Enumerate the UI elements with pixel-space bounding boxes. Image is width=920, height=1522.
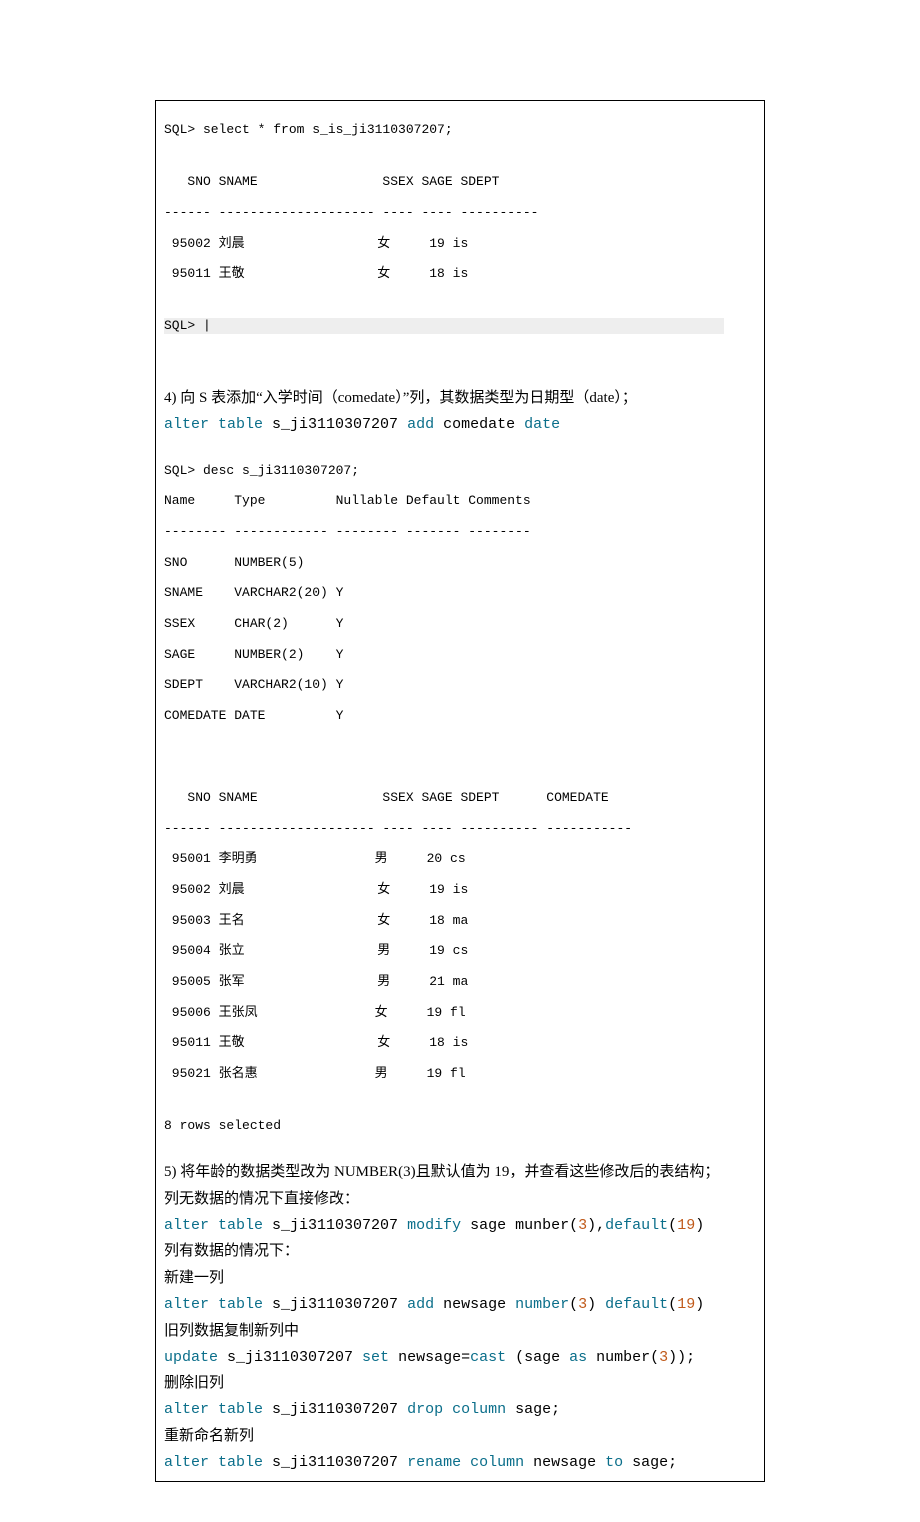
q5-note-4: 旧列数据复制新列中 — [164, 1318, 756, 1345]
table-divider: -------- ------------ -------- ------- -… — [164, 524, 756, 539]
table-row: SSEX CHAR(2) Y — [164, 616, 756, 631]
table-row: 95004 张立 男 19 cs — [164, 943, 756, 958]
sql-prompt: SQL> — [164, 318, 203, 333]
content-box: SQL> select * from s_is_ji3110307207; SN… — [155, 100, 765, 1482]
sql-command: SQL> select * from s_is_ji3110307207; — [164, 122, 756, 137]
rows-selected: 8 rows selected — [164, 1118, 756, 1133]
sql-command: SQL> desc s_ji3110307207; — [164, 463, 756, 478]
table-row: 95006 王张凤 女 19 fl — [164, 1005, 756, 1020]
code-line-q5-3: update s_ji3110307207 set newsage=cast (… — [164, 1345, 756, 1371]
table-row: 95002 刘晨 女 19 is — [164, 236, 756, 251]
q5-note-5: 删除旧列 — [164, 1370, 756, 1397]
table-row: 95011 王敬 女 18 is — [164, 266, 756, 281]
q5-note-3: 新建一列 — [164, 1265, 756, 1292]
code-line-q4: alter table s_ji3110307207 add comedate … — [164, 412, 756, 438]
q5-note-1: 列无数据的情况下直接修改： — [164, 1186, 756, 1213]
table-row: 95011 王敬 女 18 is — [164, 1035, 756, 1050]
table-row: SNAME VARCHAR2(20) Y — [164, 585, 756, 600]
table-header: Name Type Nullable Default Comments — [164, 493, 756, 508]
sql-prompt-line: SQL> | — [164, 318, 756, 333]
table-divider: ------ -------------------- ---- ---- --… — [164, 821, 756, 836]
sql-output-block-1: SQL> select * from s_is_ji3110307207; SN… — [164, 107, 756, 349]
code-line-q5-2: alter table s_ji3110307207 add newsage n… — [164, 1292, 756, 1318]
code-line-q5-4: alter table s_ji3110307207 drop column s… — [164, 1397, 756, 1423]
sql-output-block-2: SNO SNAME SSEX SAGE SDEPT COMEDATE -----… — [164, 775, 756, 1149]
desc-output-block: SQL> desc s_ji3110307207; Name Type Null… — [164, 447, 756, 738]
question-5: 5) 将年龄的数据类型改为 NUMBER(3)且默认值为 19，并查看这些修改后… — [164, 1159, 756, 1186]
q5-note-2: 列有数据的情况下： — [164, 1238, 756, 1265]
table-row: 95003 王名 女 18 ma — [164, 913, 756, 928]
table-row: SNO NUMBER(5) — [164, 555, 756, 570]
table-row: 95021 张名惠 男 19 fl — [164, 1066, 756, 1081]
table-row: 95001 李明勇 男 20 cs — [164, 851, 756, 866]
table-row: COMEDATE DATE Y — [164, 708, 756, 723]
table-header: SNO SNAME SSEX SAGE SDEPT — [164, 174, 756, 189]
q5-note-6: 重新命名新列 — [164, 1423, 756, 1450]
table-header: SNO SNAME SSEX SAGE SDEPT COMEDATE — [164, 790, 756, 805]
question-4: 4) 向 S 表添加“入学时间（comedate）”列，其数据类型为日期型（da… — [164, 385, 756, 412]
table-divider: ------ -------------------- ---- ---- --… — [164, 205, 756, 220]
table-row: SAGE NUMBER(2) Y — [164, 647, 756, 662]
code-line-q5-5: alter table s_ji3110307207 rename column… — [164, 1450, 756, 1476]
code-line-q5-1: alter table s_ji3110307207 modify sage m… — [164, 1213, 756, 1239]
table-row: 95002 刘晨 女 19 is — [164, 882, 756, 897]
table-row: 95005 张军 男 21 ma — [164, 974, 756, 989]
page: SQL> select * from s_is_ji3110307207; SN… — [0, 0, 920, 1522]
table-row: SDEPT VARCHAR2(10) Y — [164, 677, 756, 692]
